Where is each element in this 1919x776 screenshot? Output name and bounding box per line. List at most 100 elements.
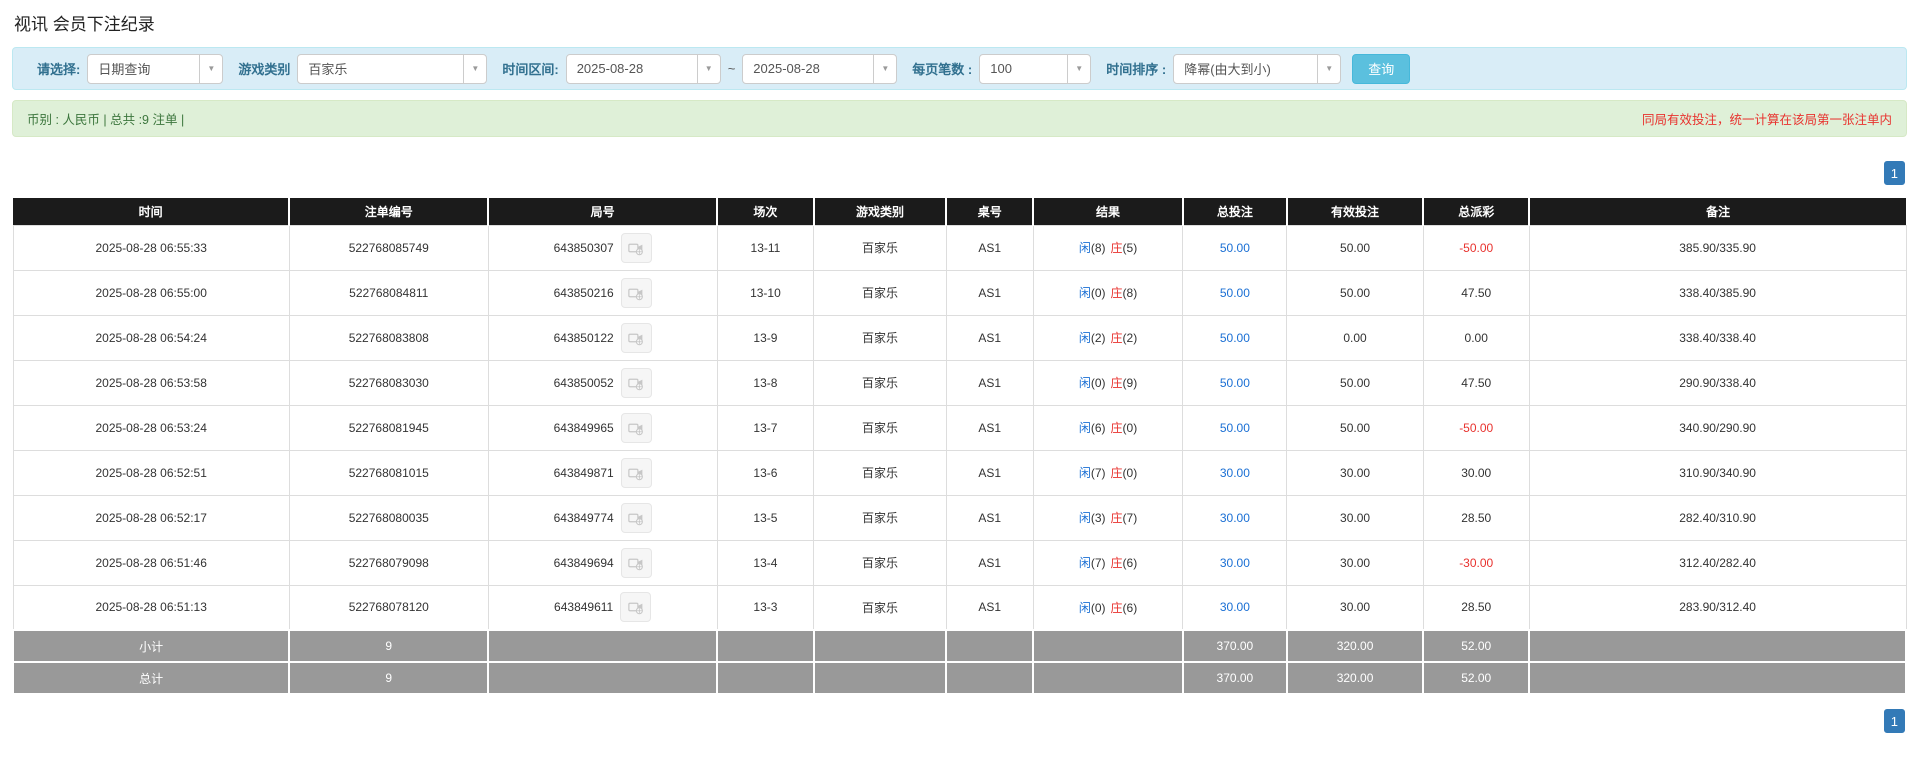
cell-payout: -30.00: [1422, 539, 1530, 586]
date-to-picker[interactable]: 2025-08-28 ▼: [742, 53, 898, 84]
cell-result: 闲(2) 庄(2): [1032, 314, 1184, 361]
empty-cell: [1528, 661, 1907, 695]
cell-total-bet: 50.00: [1182, 314, 1288, 361]
header-total-bet: 总投注: [1181, 198, 1287, 225]
total-bet-link[interactable]: 50.00: [1220, 376, 1250, 390]
cell-round-id: 643849694: [487, 539, 718, 586]
total-bet-link[interactable]: 50.00: [1220, 241, 1250, 255]
total-bet-link[interactable]: 30.00: [1220, 466, 1250, 480]
total-bet-link[interactable]: 30.00: [1220, 511, 1250, 525]
time-sort-value: 降幂(由大到小): [1184, 62, 1271, 77]
page: 视讯 会员下注纪录 请选择: 日期查询 ▼ 游戏类别 百家乐 ▼ 时间区间: 2…: [0, 10, 1919, 733]
header-valid-bet: 有效投注: [1285, 198, 1424, 225]
cell-payout: 47.50: [1422, 359, 1530, 406]
chevron-down-icon[interactable]: ▼: [199, 54, 222, 83]
video-replay-icon: [628, 423, 644, 435]
subtotal-label: 小计: [11, 629, 291, 663]
video-replay-icon: [628, 602, 643, 615]
result-player-count: (0): [1090, 286, 1106, 300]
chevron-down-icon[interactable]: ▼: [463, 54, 486, 83]
cell-bet-id: 522768084811: [288, 269, 489, 316]
video-replay-button[interactable]: [620, 367, 652, 398]
empty-cell: [945, 629, 1035, 663]
result-banker-count: (8): [1122, 286, 1138, 300]
empty-cell: [1032, 661, 1184, 695]
result-banker-count: (7): [1122, 511, 1138, 525]
result-banker-label: 庄: [1110, 331, 1123, 345]
cell-bet-id: 522768079098: [288, 539, 489, 586]
game-type-select[interactable]: 百家乐 ▼: [297, 53, 488, 84]
query-type-select[interactable]: 日期查询 ▼: [87, 53, 224, 84]
query-type-label: 请选择:: [37, 62, 81, 77]
round-id-value: 643850307: [553, 240, 614, 255]
date-from-picker[interactable]: 2025-08-28 ▼: [565, 53, 721, 84]
video-replay-button[interactable]: [620, 412, 652, 443]
cell-bet-id: 522768083030: [288, 359, 489, 406]
cell-session: 13-10: [716, 269, 815, 316]
cell-result: 闲(7) 庄(0): [1032, 449, 1184, 496]
table-row: 2025-08-28 06:52:51 522768081015 6438498…: [12, 449, 1907, 496]
cell-game-type: 百家乐: [813, 449, 947, 496]
cell-note: 385.90/335.90: [1528, 224, 1907, 271]
cell-session: 13-6: [716, 449, 815, 496]
header-note: 备注: [1528, 198, 1906, 225]
total-bet-link[interactable]: 50.00: [1220, 421, 1250, 435]
total-bet-link[interactable]: 30.00: [1220, 556, 1250, 570]
result-player-label: 闲: [1078, 331, 1091, 345]
cell-valid-bet: 30.00: [1286, 449, 1424, 496]
page-size-select[interactable]: 100 ▼: [979, 53, 1092, 84]
cell-time: 2025-08-28 06:53:24: [12, 404, 290, 451]
cell-payout: 0.00: [1422, 314, 1530, 361]
cell-table-no: AS1: [945, 359, 1034, 406]
chevron-down-icon[interactable]: ▼: [1067, 54, 1090, 83]
cell-time: 2025-08-28 06:52:51: [12, 449, 290, 496]
video-replay-button[interactable]: [620, 277, 652, 308]
chevron-down-icon[interactable]: ▼: [696, 54, 720, 83]
video-replay-button[interactable]: [620, 457, 652, 488]
total-bet-link[interactable]: 30.00: [1220, 600, 1250, 614]
video-replay-button[interactable]: [620, 592, 652, 623]
currency-total-text: 币别 : 人民币 | 总共 :9 注单 |: [27, 113, 185, 127]
cell-round-id: 643849871: [487, 449, 718, 496]
table-row: 2025-08-28 06:51:13 522768078120 6438496…: [12, 584, 1907, 631]
round-id-value: 643849694: [553, 555, 614, 570]
cell-time: 2025-08-28 06:51:13: [12, 584, 290, 631]
subtotal-row: 小计 9 370.00 320.00 52.00: [11, 629, 1907, 663]
page-title: 视讯 会员下注纪录: [14, 15, 155, 34]
chevron-down-icon[interactable]: ▼: [873, 54, 896, 83]
page-1-button[interactable]: 1: [1883, 709, 1905, 733]
result-banker-count: (6): [1122, 556, 1138, 570]
result-banker-label: 庄: [1110, 600, 1123, 615]
table-row: 2025-08-28 06:55:00 522768084811 6438502…: [12, 269, 1907, 316]
page-1-button[interactable]: 1: [1883, 161, 1905, 185]
bet-records-table: 时间 注单编号 局号 场次 游戏类别 桌号 结果 总投注 有效投注 总派彩 备注…: [11, 198, 1907, 695]
cell-valid-bet: 30.00: [1286, 494, 1424, 541]
result-banker-count: (0): [1122, 421, 1138, 435]
cell-table-no: AS1: [945, 449, 1034, 496]
total-bet-link[interactable]: 50.00: [1220, 331, 1250, 345]
total-total-bet: 370.00: [1181, 661, 1288, 695]
video-replay-icon: [628, 333, 644, 345]
time-sort-select[interactable]: 降幂(由大到小) ▼: [1173, 53, 1342, 84]
search-button[interactable]: 查询: [1352, 53, 1411, 84]
video-replay-button[interactable]: [620, 232, 652, 263]
video-replay-button[interactable]: [620, 547, 652, 578]
result-player-label: 闲: [1078, 421, 1091, 435]
video-replay-button[interactable]: [620, 502, 652, 533]
cell-session: 13-9: [716, 314, 815, 361]
total-count: 9: [288, 661, 490, 695]
total-row: 总计 9 370.00 320.00 52.00: [11, 661, 1907, 695]
cell-time: 2025-08-28 06:54:24: [12, 314, 290, 361]
result-banker-label: 庄: [1110, 421, 1123, 435]
cell-valid-bet: 50.00: [1286, 224, 1424, 271]
total-bet-link[interactable]: 50.00: [1220, 286, 1250, 300]
query-type-value: 日期查询: [98, 62, 151, 77]
game-type-label: 游戏类别: [238, 62, 291, 77]
video-replay-button[interactable]: [620, 322, 652, 353]
cell-session: 13-4: [716, 539, 815, 586]
table-row: 2025-08-28 06:53:24 522768081945 6438499…: [12, 404, 1907, 451]
cell-result: 闲(8) 庄(5): [1032, 224, 1184, 271]
empty-cell: [812, 629, 948, 663]
chevron-down-icon[interactable]: ▼: [1317, 54, 1340, 83]
cell-table-no: AS1: [945, 494, 1034, 541]
